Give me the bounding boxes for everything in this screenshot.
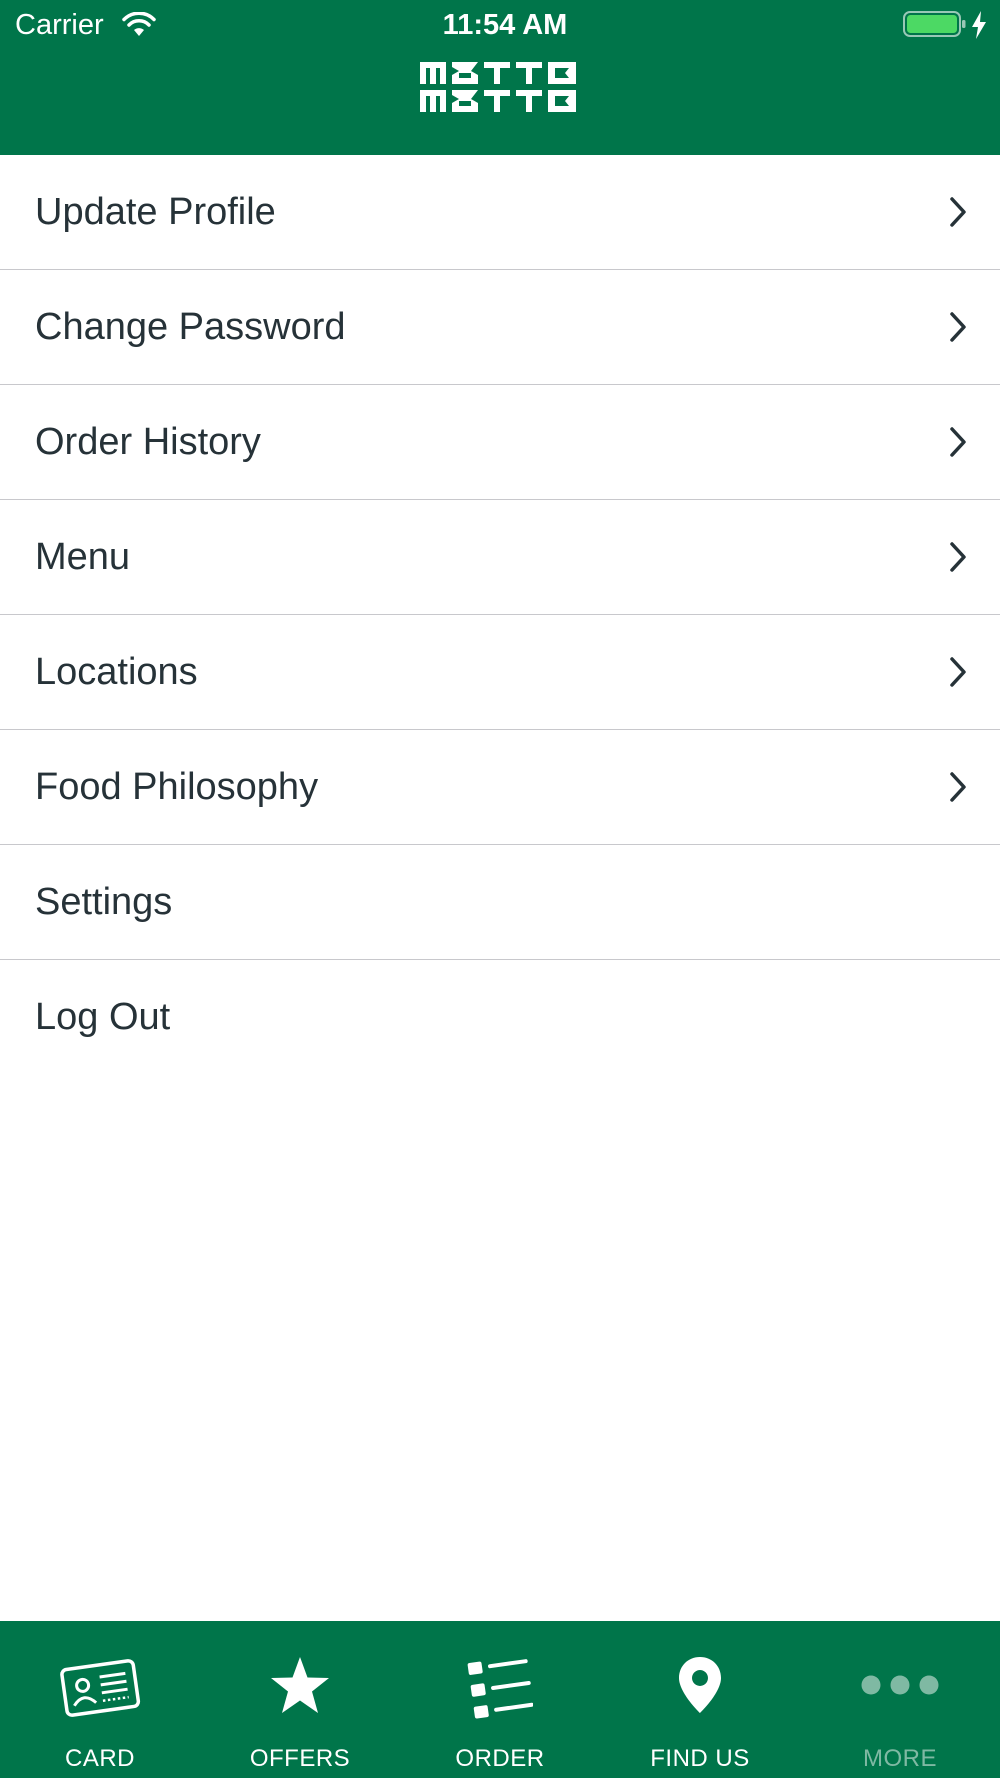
- tab-card[interactable]: CARD: [0, 1621, 200, 1778]
- charging-bolt-icon: [972, 11, 986, 39]
- location-pin-icon: [679, 1657, 721, 1713]
- tab-label: ORDER: [455, 1745, 545, 1772]
- tab-more[interactable]: MORE: [800, 1621, 1000, 1778]
- tab-offers[interactable]: OFFERS: [200, 1621, 400, 1778]
- status-bar: Carrier 11:54 AM: [0, 0, 1000, 50]
- menu-item-label: Update Profile: [35, 191, 276, 233]
- battery-icon: [903, 11, 966, 37]
- menu-item-locations[interactable]: Locations: [0, 615, 1000, 730]
- menu-item-label: Menu: [35, 536, 131, 578]
- menu-item-label: Change Password: [35, 306, 346, 348]
- motto-motto-logo-icon: [420, 62, 576, 112]
- more-dots-icon: [861, 1675, 939, 1695]
- tab-label: CARD: [64, 1745, 135, 1772]
- menu-item-order-history[interactable]: Order History: [0, 385, 1000, 500]
- menu-item-log-out[interactable]: Log Out: [0, 960, 1000, 1074]
- chevron-right-icon: [950, 427, 966, 457]
- order-list-icon: [467, 1659, 533, 1719]
- menu-item-change-password[interactable]: Change Password: [0, 270, 1000, 385]
- tab-label: FIND US: [650, 1745, 750, 1772]
- tab-order[interactable]: ORDER: [400, 1621, 600, 1778]
- star-icon: [271, 1657, 329, 1713]
- status-time: 11:54 AM: [442, 9, 568, 41]
- tab-label: MORE: [863, 1745, 937, 1772]
- chevron-right-icon: [950, 312, 966, 342]
- menu-item-menu[interactable]: Menu: [0, 500, 1000, 615]
- menu-item-label: Settings: [35, 881, 173, 923]
- card-icon: [60, 1659, 141, 1717]
- menu-item-update-profile[interactable]: Update Profile: [0, 155, 1000, 270]
- chevron-right-icon: [950, 197, 966, 227]
- tab-find-us[interactable]: FIND US: [600, 1621, 800, 1778]
- tab-bar: CARD OFFERS ORDER FIND US MORE: [0, 1621, 1000, 1778]
- menu-item-label: Order History: [35, 421, 261, 463]
- more-menu-list: Update Profile Change Password Order His…: [0, 155, 1000, 1074]
- chevron-right-icon: [950, 657, 966, 687]
- menu-item-label: Food Philosophy: [35, 766, 319, 808]
- chevron-right-icon: [950, 772, 966, 802]
- tab-label: OFFERS: [249, 1745, 351, 1772]
- chevron-right-icon: [950, 542, 966, 572]
- menu-item-settings[interactable]: Settings: [0, 845, 1000, 960]
- app-header: Carrier 11:54 AM: [0, 0, 1000, 155]
- menu-item-food-philosophy[interactable]: Food Philosophy: [0, 730, 1000, 845]
- menu-item-label: Locations: [35, 651, 198, 693]
- menu-item-label: Log Out: [35, 996, 171, 1038]
